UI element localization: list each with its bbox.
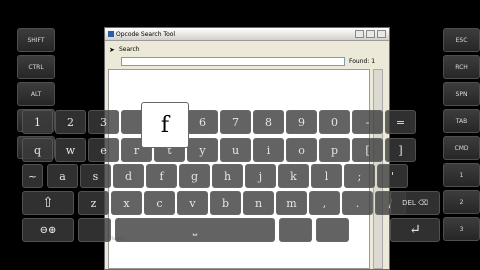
- found-count: Found: 1: [349, 58, 376, 65]
- key-0[interactable]: 0: [319, 110, 350, 134]
- enter-key[interactable]: ↵: [390, 218, 440, 242]
- key-v[interactable]: v: [177, 191, 208, 215]
- key-7[interactable]: 7: [220, 110, 251, 134]
- key-blank-b[interactable]: [279, 218, 312, 242]
- key-9[interactable]: 9: [286, 110, 317, 134]
- key-esc[interactable]: ESC: [443, 28, 480, 52]
- key-[[interactable]: [: [352, 138, 383, 162]
- key-k[interactable]: k: [278, 164, 309, 188]
- key-ctrl[interactable]: CTRL: [17, 55, 55, 79]
- key-l[interactable]: l: [311, 164, 342, 188]
- key-tilde[interactable]: ~: [22, 164, 43, 188]
- key-blank-a[interactable]: [78, 218, 111, 242]
- key-x[interactable]: x: [111, 191, 142, 215]
- minimize-icon[interactable]: [355, 30, 364, 38]
- key-'[interactable]: ': [377, 164, 408, 188]
- key-1[interactable]: 1: [22, 110, 53, 134]
- window-title: Opcode Search Tool: [116, 30, 176, 38]
- key-u[interactable]: u: [220, 138, 251, 162]
- key-a[interactable]: a: [47, 164, 78, 188]
- key-b[interactable]: b: [210, 191, 241, 215]
- key-q[interactable]: q: [22, 138, 53, 162]
- search-input[interactable]: [121, 57, 345, 66]
- key-c[interactable]: c: [144, 191, 175, 215]
- key-d[interactable]: d: [113, 164, 144, 188]
- key-p[interactable]: p: [319, 138, 350, 162]
- key-e[interactable]: e: [88, 138, 119, 162]
- shift-key[interactable]: ⇧: [22, 191, 74, 215]
- key-s[interactable]: s: [80, 164, 111, 188]
- key-preview-popup: f: [141, 102, 189, 148]
- key-w[interactable]: w: [55, 138, 86, 162]
- key-spn[interactable]: SPN: [443, 82, 480, 106]
- key-=[interactable]: =: [385, 110, 416, 134]
- delete-key[interactable]: DEL ⌫: [390, 191, 440, 215]
- key-,[interactable]: ,: [309, 191, 340, 215]
- window-title-bar: Opcode Search Tool: [105, 28, 389, 41]
- key-f[interactable]: f: [146, 164, 177, 188]
- cursor-icon: ➤: [109, 46, 115, 54]
- key--[interactable]: -: [352, 110, 383, 134]
- key-alt[interactable]: ALT: [17, 82, 55, 106]
- key-y[interactable]: y: [187, 138, 218, 162]
- app-icon: [108, 31, 114, 37]
- key-o[interactable]: o: [286, 138, 317, 162]
- search-label: Search: [119, 46, 140, 53]
- key-right-2[interactable]: 2: [443, 190, 480, 214]
- key-j[interactable]: j: [245, 164, 276, 188]
- key-z[interactable]: z: [78, 191, 109, 215]
- key-i[interactable]: i: [253, 138, 284, 162]
- space-key[interactable]: ⎵: [115, 218, 275, 242]
- key-tab[interactable]: TAB: [443, 109, 480, 133]
- key-.[interactable]: .: [342, 191, 373, 215]
- key-3[interactable]: 3: [88, 110, 119, 134]
- key-right-3[interactable]: 3: [443, 217, 480, 241]
- key-;[interactable]: ;: [344, 164, 375, 188]
- key-m[interactable]: m: [276, 191, 307, 215]
- key-h[interactable]: h: [212, 164, 243, 188]
- key-8[interactable]: 8: [253, 110, 284, 134]
- key-cmd[interactable]: CMD: [443, 136, 480, 160]
- key-right-1[interactable]: 1: [443, 163, 480, 187]
- key-shift[interactable]: SHIFT: [17, 28, 55, 52]
- key-][interactable]: ]: [385, 138, 416, 162]
- maximize-icon[interactable]: [366, 30, 375, 38]
- key-6[interactable]: 6: [187, 110, 218, 134]
- key-2[interactable]: 2: [55, 110, 86, 134]
- close-icon[interactable]: [377, 30, 386, 38]
- key-rch[interactable]: RCH: [443, 55, 480, 79]
- key-n[interactable]: n: [243, 191, 274, 215]
- key-g[interactable]: g: [179, 164, 210, 188]
- key-blank-c[interactable]: [316, 218, 349, 242]
- gamepad-key[interactable]: ⊖⊕: [22, 218, 74, 242]
